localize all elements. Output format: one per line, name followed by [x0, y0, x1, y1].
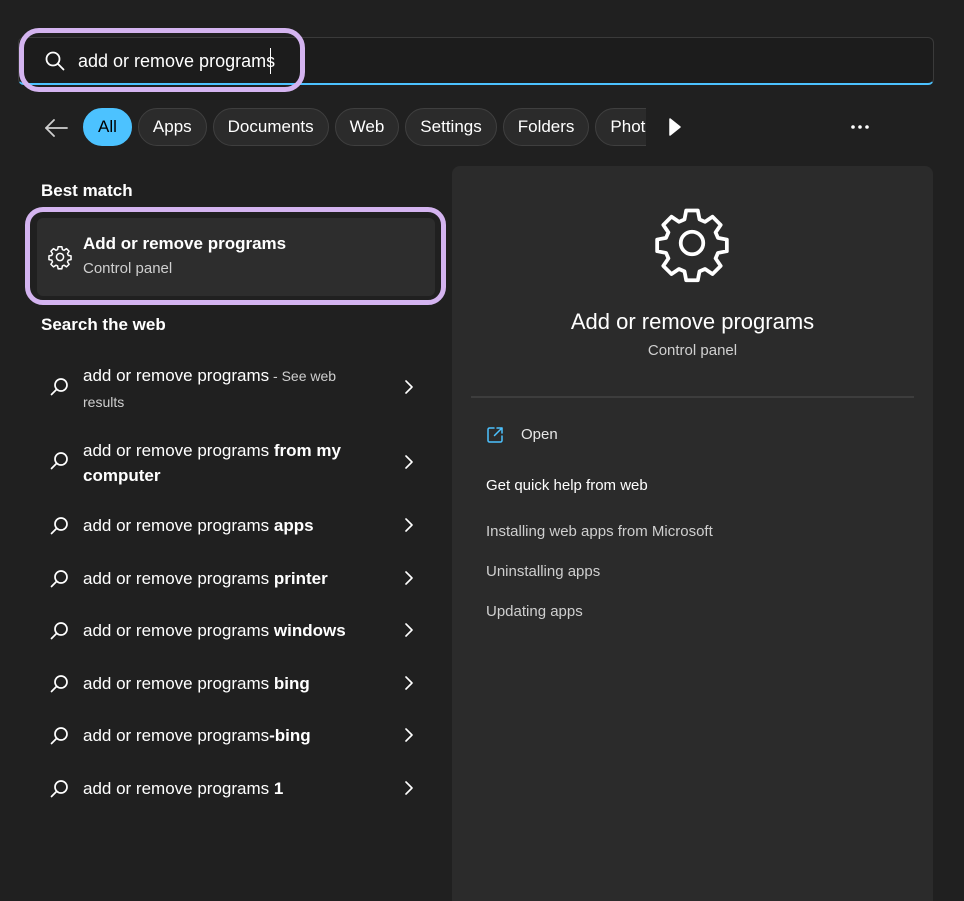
web-result-item[interactable]: add or remove programs apps	[37, 513, 435, 539]
chevron-right-icon	[405, 623, 413, 637]
filter-chip-photos[interactable]: Photos	[595, 108, 646, 146]
filter-chip-documents[interactable]: Documents	[212, 108, 329, 146]
web-result-item[interactable]: add or remove programs windows	[37, 618, 435, 644]
help-link[interactable]: Installing web apps from Microsoft	[486, 523, 713, 540]
search-icon	[50, 622, 68, 640]
best-match-heading: Best match	[41, 181, 133, 200]
filter-chip-folders[interactable]: Folders	[502, 108, 590, 146]
search-icon	[50, 378, 68, 396]
web-result-text: add or remove programs from my computer	[83, 441, 341, 485]
web-result-text: add or remove programs bing	[83, 674, 310, 693]
chevron-right-icon	[405, 380, 413, 394]
chevron-right-icon	[405, 676, 413, 690]
text-caret	[270, 48, 271, 74]
search-icon	[50, 517, 68, 535]
scroll-right-icon[interactable]	[668, 117, 682, 137]
web-result-item[interactable]: add or remove programs printer	[37, 566, 435, 592]
web-result-text: add or remove programs 1	[83, 779, 284, 798]
web-result-item[interactable]: add or remove programs 1	[37, 776, 435, 802]
help-link[interactable]: Updating apps	[486, 603, 583, 620]
back-arrow-icon[interactable]	[40, 112, 72, 144]
search-icon	[50, 727, 68, 745]
chevron-right-icon	[405, 728, 413, 742]
search-web-heading: Search the web	[41, 315, 166, 334]
detail-subtitle: Control panel	[647, 342, 738, 359]
web-result-item[interactable]: add or remove programs-bing	[37, 723, 435, 749]
detail-title: Add or remove programs	[570, 309, 815, 334]
chevron-right-icon	[405, 571, 413, 585]
filter-chip-web[interactable]: Web	[334, 108, 400, 146]
filter-chip-settings[interactable]: Settings	[405, 108, 497, 146]
more-options-icon[interactable]	[849, 116, 871, 138]
search-icon	[50, 780, 68, 798]
web-result-text: add or remove programs-bing	[83, 726, 311, 745]
search-input[interactable]	[78, 47, 278, 75]
open-action[interactable]: Open	[521, 426, 558, 443]
chevron-right-icon	[405, 781, 413, 795]
best-match-card[interactable]	[37, 218, 435, 296]
filter-chips: All Apps Documents Web Settings Folders …	[83, 108, 646, 148]
divider	[471, 396, 914, 398]
best-match-title: Add or remove programs	[83, 234, 287, 253]
web-result-item[interactable]: add or remove programs - See web results	[37, 363, 435, 413]
web-result-text: add or remove programs - See web results	[83, 366, 337, 410]
filter-chip-apps[interactable]: Apps	[137, 108, 207, 146]
search-icon	[50, 452, 68, 470]
open-external-icon	[487, 427, 503, 443]
help-link[interactable]: Uninstalling apps	[486, 563, 600, 580]
search-icon	[45, 51, 65, 71]
web-result-text: add or remove programs printer	[83, 569, 328, 588]
web-result-item[interactable]: add or remove programs bing	[37, 671, 435, 697]
quick-help-heading: Get quick help from web	[486, 477, 648, 494]
gear-icon	[48, 245, 72, 270]
chevron-right-icon	[405, 518, 413, 532]
search-icon	[50, 675, 68, 693]
filter-chip-all[interactable]: All	[83, 108, 132, 146]
web-result-item[interactable]: add or remove programs from my computer	[37, 438, 435, 488]
best-match-subtitle: Control panel	[83, 260, 173, 277]
search-icon	[50, 570, 68, 588]
gear-icon	[655, 208, 729, 283]
web-result-text: add or remove programs windows	[83, 621, 346, 640]
chevron-right-icon	[405, 455, 413, 469]
web-result-text: add or remove programs apps	[83, 516, 314, 535]
